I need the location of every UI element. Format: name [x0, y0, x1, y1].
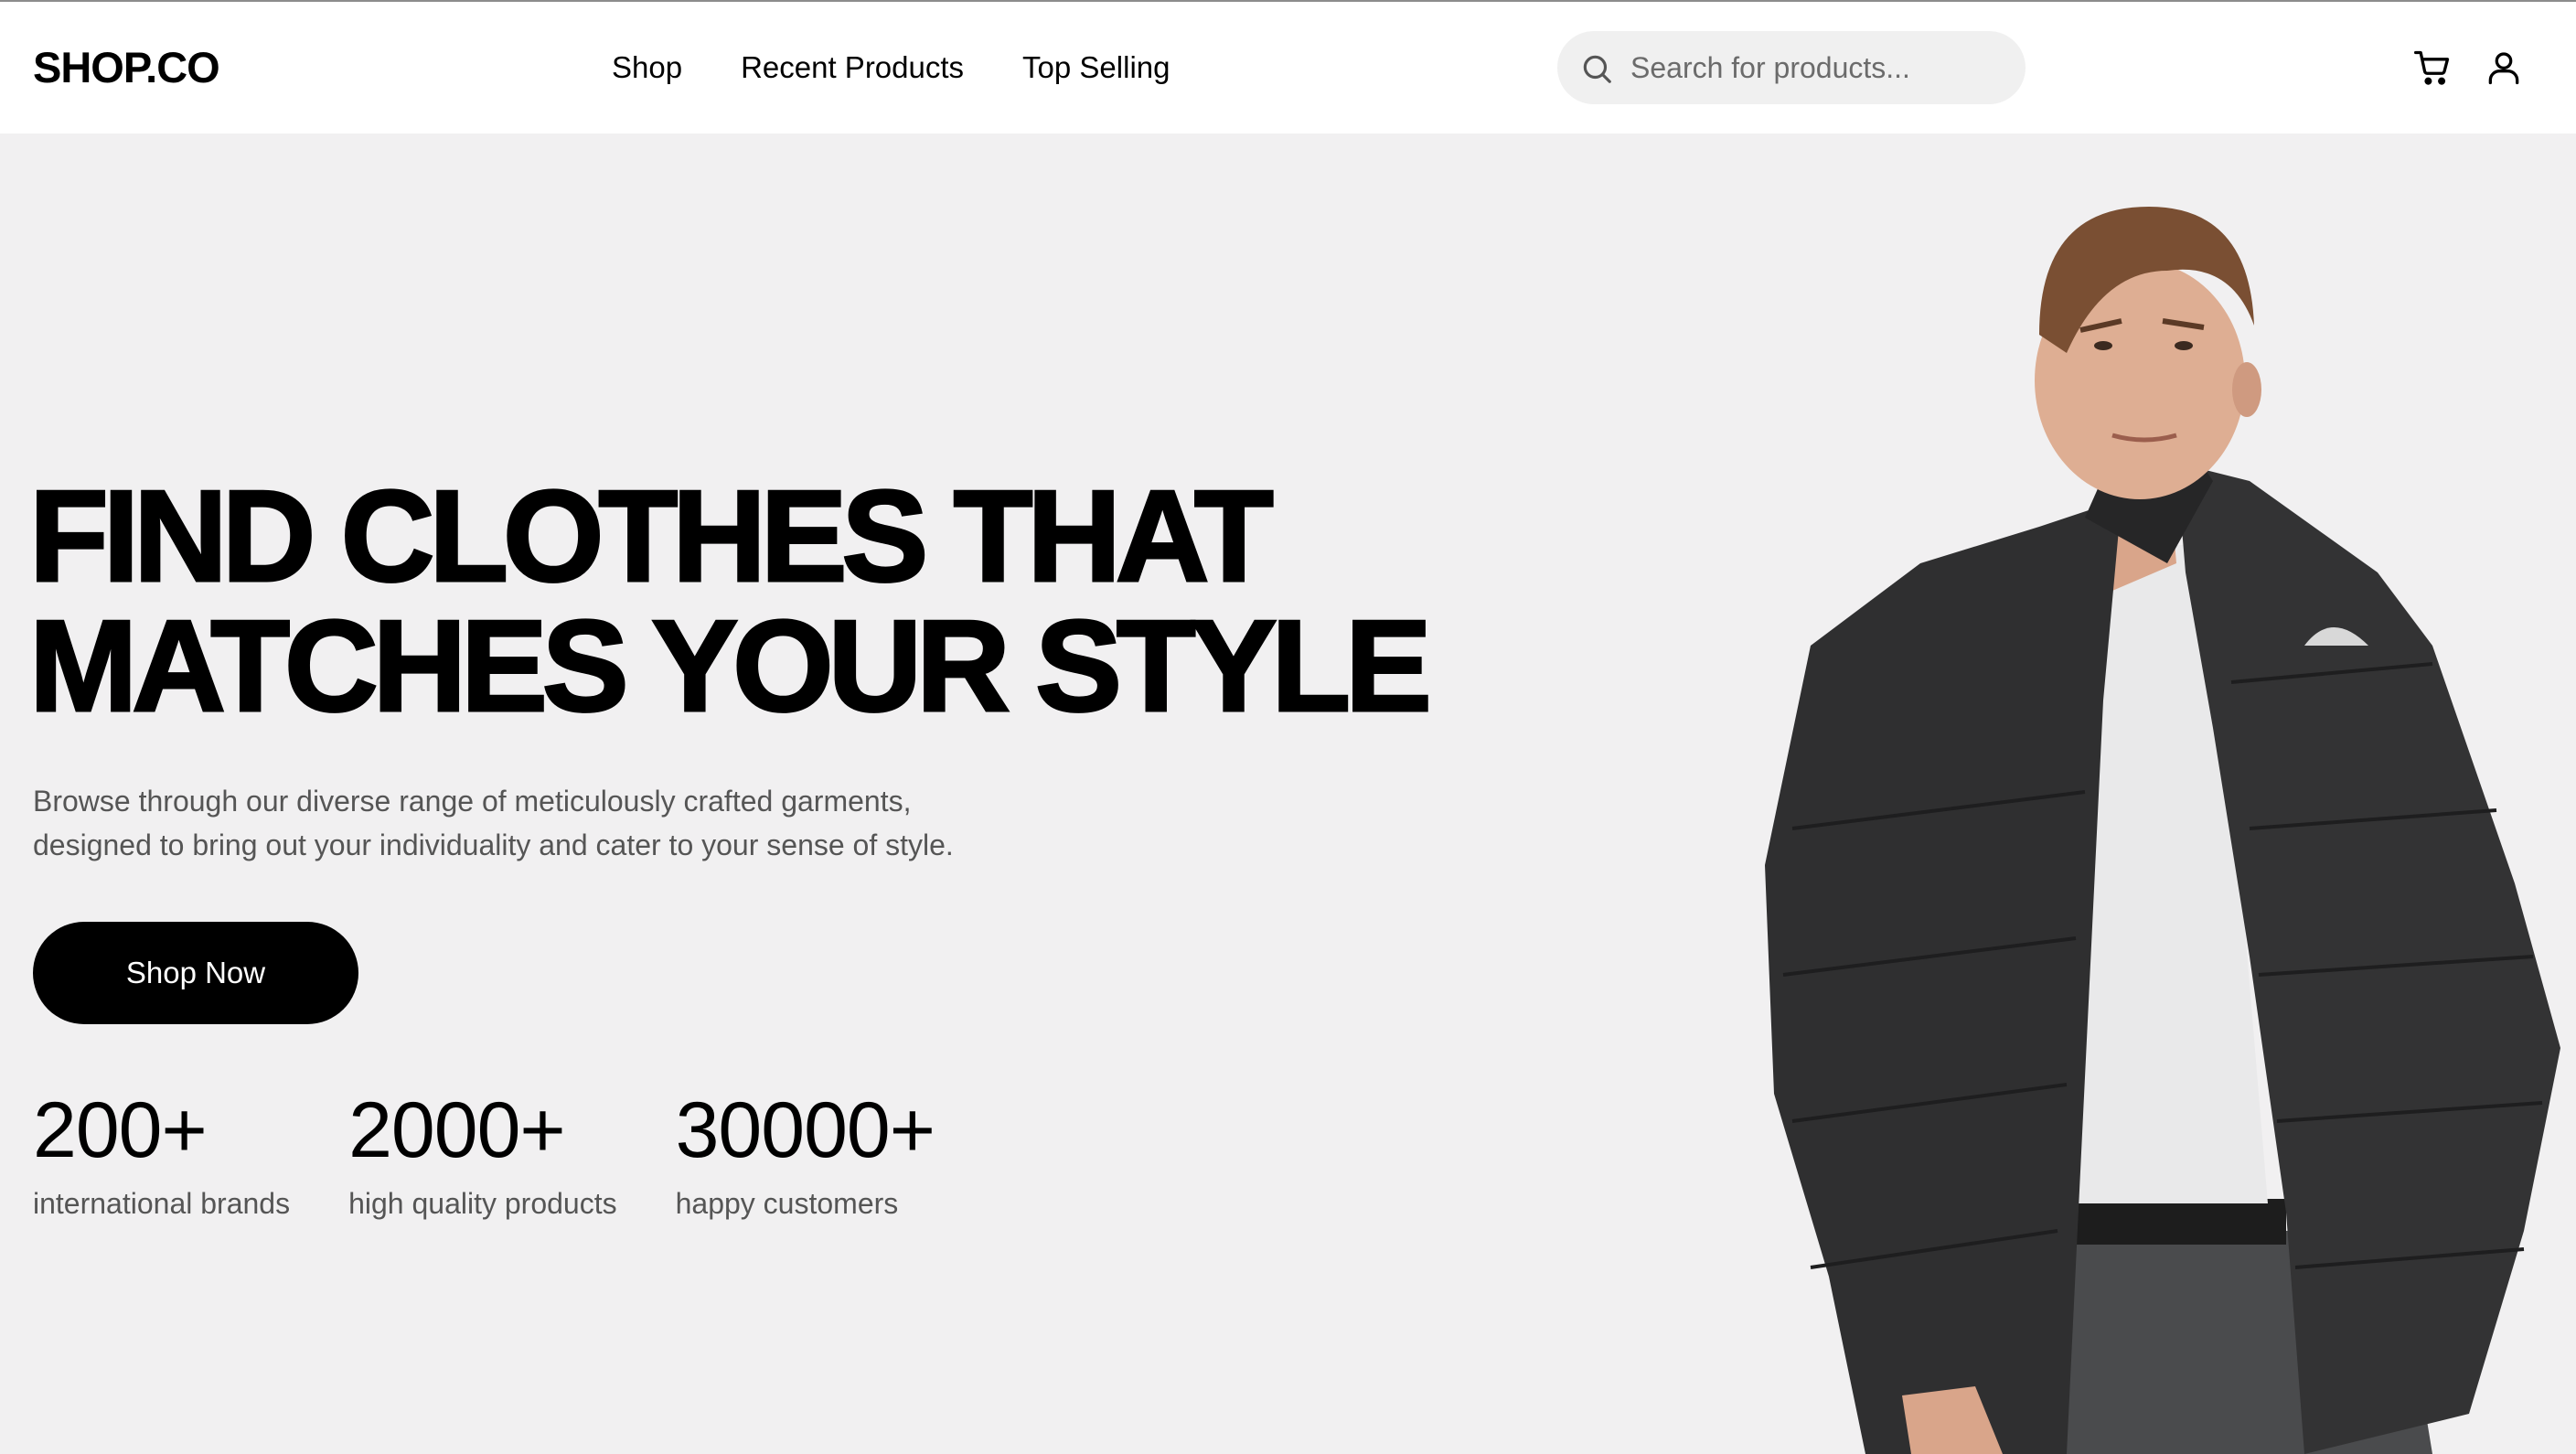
nav-top-selling[interactable]: Top Selling	[1022, 46, 1170, 90]
stat-brands: 200+ international brands	[33, 1085, 290, 1224]
main-nav: Shop Recent Products Top Selling	[612, 46, 1229, 90]
stat-label: high quality products	[348, 1187, 617, 1220]
stat-products: 2000+ high quality products	[348, 1085, 617, 1224]
stat-value: 2000+	[348, 1086, 566, 1174]
stat-label: happy customers	[675, 1187, 899, 1220]
stat-label: international brands	[33, 1187, 291, 1220]
site-header: SHOP.CO Shop Recent Products Top Selling	[0, 2, 2576, 134]
stat-customers: 30000+ happy customers	[676, 1085, 935, 1224]
hero-description-line: designed to bring out your individuality…	[33, 829, 954, 861]
hero-section: FIND CLOTHES THAT MATCHES YOUR STYLE Bro…	[0, 134, 2576, 1454]
user-icon[interactable]	[2484, 48, 2524, 88]
hero-title-line: MATCHES YOUR STYLE	[28, 593, 1434, 739]
shop-now-button[interactable]: Shop Now	[33, 922, 358, 1024]
hero-description-line: Browse through our diverse range of meti…	[33, 785, 912, 818]
hero-stats: 200+ international brands 2000+ high qua…	[33, 1085, 993, 1224]
hero-description: Browse through our diverse range of meti…	[33, 779, 1039, 867]
cart-icon[interactable]	[2412, 48, 2453, 88]
site-logo[interactable]: SHOP.CO	[33, 40, 220, 95]
hero-title-line: FIND CLOTHES THAT	[28, 464, 1276, 609]
nav-recent-products[interactable]: Recent Products	[741, 46, 964, 90]
search-icon	[1583, 55, 1611, 83]
hero-title: FIND CLOTHES THAT MATCHES YOUR STYLE	[28, 464, 1529, 739]
stat-value: 30000+	[675, 1086, 935, 1174]
stat-value: 200+	[33, 1086, 208, 1174]
search-input[interactable]	[1630, 44, 2005, 91]
nav-shop[interactable]: Shop	[612, 46, 682, 90]
hero-model-image	[1765, 207, 2560, 1454]
search-bar[interactable]	[1557, 31, 2026, 104]
